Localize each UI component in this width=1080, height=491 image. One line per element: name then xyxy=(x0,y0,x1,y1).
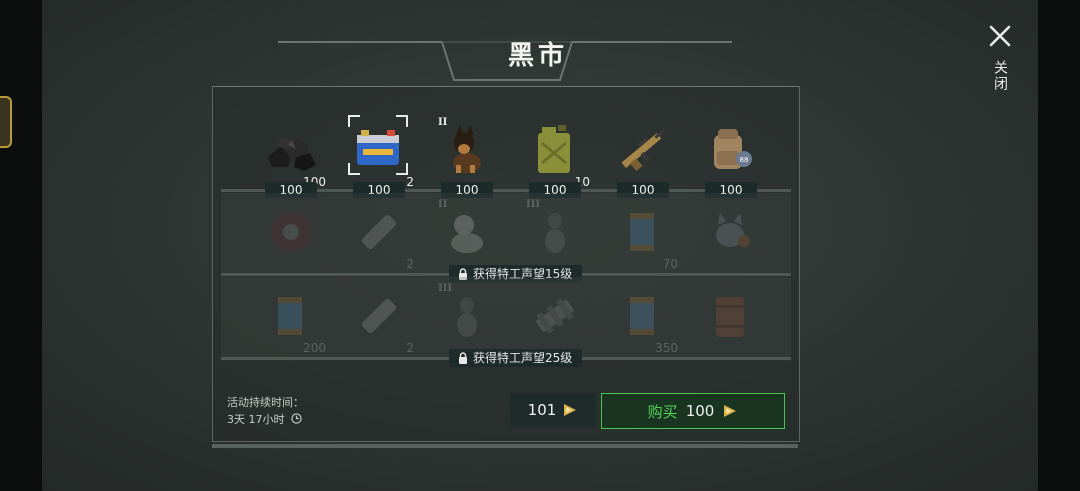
item-slot-locked: 200 xyxy=(256,285,326,355)
unlock-requirement: 获得特工声望25级 xyxy=(449,349,583,367)
buy-button[interactable]: 购买 100 xyxy=(601,393,785,429)
panel-bottom-edge xyxy=(212,444,798,448)
event-duration: 3天 17小时 xyxy=(227,411,302,427)
currency-balance: 101 xyxy=(510,393,596,427)
item-slot-locked xyxy=(696,285,766,355)
close-label[interactable]: 关闭 xyxy=(990,60,1010,92)
event-duration-value: 3天 17小时 xyxy=(227,413,285,426)
item-quantity: 70 xyxy=(662,257,678,271)
item-slot-locked xyxy=(256,201,326,271)
pipe-icon xyxy=(361,214,397,250)
item-slot-locked: III xyxy=(432,283,502,355)
coin-icon xyxy=(724,405,737,417)
item-row-1: 100 2 II xyxy=(221,109,791,198)
buy-price: 100 xyxy=(685,402,715,420)
item-slot-locked: 70 xyxy=(608,201,678,271)
backpack-icon: 88 xyxy=(714,129,752,169)
item-slot[interactable]: 88 xyxy=(696,119,766,189)
item-quantity: 2 xyxy=(406,257,414,271)
dog-icon xyxy=(453,125,481,173)
canister-icon xyxy=(630,213,654,251)
item-slot-locked xyxy=(696,201,766,271)
engine-part-icon xyxy=(536,298,574,334)
buy-label: 购买 xyxy=(647,402,678,421)
item-slot-locked xyxy=(520,285,590,355)
item-quantity: 200 xyxy=(303,341,326,355)
item-quantity: 2 xyxy=(406,175,414,189)
item-slot-locked: 2 xyxy=(344,201,414,271)
item-slot-selected[interactable]: 2 xyxy=(344,115,414,189)
market-panel: 100 2 II xyxy=(212,86,800,442)
side-badge-icon xyxy=(0,96,12,148)
item-quantity: 2 xyxy=(406,341,414,355)
item-quantity: 350 xyxy=(655,341,678,355)
clock-icon xyxy=(291,413,302,424)
close-icon xyxy=(989,25,1011,47)
item-slot-locked: II xyxy=(432,199,502,271)
right-edge xyxy=(1038,0,1080,491)
balance-value: 101 xyxy=(527,401,557,419)
canister-icon xyxy=(278,297,302,335)
barrel-icon xyxy=(716,297,744,337)
item-slot[interactable]: 10 xyxy=(520,119,590,189)
dog-sitting-icon xyxy=(457,297,477,337)
item-slot[interactable]: 100 xyxy=(256,119,326,189)
coin-icon xyxy=(564,404,577,416)
close-button[interactable] xyxy=(984,20,1016,52)
dog-icon xyxy=(451,215,483,253)
item-slot-locked: 2 xyxy=(344,285,414,355)
item-row-3: 200 2 III 350 获得特工声望25级 xyxy=(221,277,791,367)
title-banner: 黑市 xyxy=(278,36,798,84)
item-slot[interactable]: II xyxy=(432,117,502,189)
coal-icon xyxy=(268,137,316,171)
unlock-label: 获得特工声望25级 xyxy=(473,351,573,365)
round-mine-icon xyxy=(271,212,311,252)
rifle-icon xyxy=(621,128,666,172)
svg-text:88: 88 xyxy=(740,156,749,164)
jerry-can-icon xyxy=(538,125,570,173)
left-edge xyxy=(0,0,42,491)
page-title: 黑市 xyxy=(507,41,568,71)
car-battery-icon xyxy=(357,130,399,165)
item-slot-locked: III xyxy=(520,199,590,271)
canister-icon xyxy=(630,297,654,335)
item-slot[interactable] xyxy=(608,119,678,189)
cat-icon xyxy=(716,213,750,247)
event-duration-label: 活动持续时间： xyxy=(227,396,304,409)
item-slot-locked: 350 xyxy=(608,285,678,355)
item-row-2: 2 II III 70 获得特工声望15级 xyxy=(221,193,791,283)
pipe-icon xyxy=(361,298,397,334)
lock-icon xyxy=(459,352,467,364)
dog-sitting-icon xyxy=(545,213,565,253)
